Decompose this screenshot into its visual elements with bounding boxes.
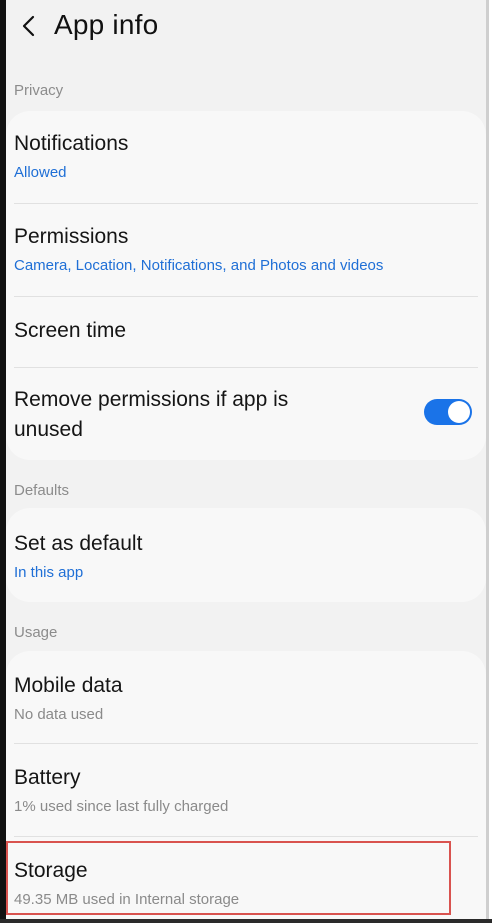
section-label-usage: Usage [14,624,58,641]
defaults-card: Set as default In this app [6,508,486,602]
permissions-list: Camera, Location, Notifications, and Pho… [14,257,384,274]
section-label-defaults: Defaults [14,482,70,499]
storage-status: 49.35 MB used in Internal storage [14,891,240,908]
screen-time-item[interactable]: Screen time [6,297,486,367]
storage-title: Storage [14,859,88,882]
back-arrow-icon[interactable] [18,15,38,37]
set-as-default-title: Set as default [14,532,143,555]
battery-title: Battery [14,766,81,789]
notifications-title: Notifications [14,132,129,155]
app-info-screen: App info Privacy Notifications Allowed P… [6,0,486,919]
notifications-item[interactable]: Notifications Allowed [6,111,486,203]
permissions-item[interactable]: Permissions Camera, Location, Notificati… [6,204,486,296]
set-as-default-status: In this app [14,564,84,581]
battery-item[interactable]: Battery 1% used since last fully charged [6,744,486,836]
mobile-data-title: Mobile data [14,674,123,697]
toggle-knob [448,401,470,423]
remove-permissions-toggle[interactable] [424,399,472,425]
permissions-title: Permissions [14,225,129,248]
page-title: App info [54,9,159,40]
bottom-border [0,919,492,923]
remove-permissions-item[interactable]: Remove permissions if app is unused [6,368,486,460]
mobile-data-item[interactable]: Mobile data No data used [6,651,486,743]
storage-item[interactable]: Storage 49.35 MB used in Internal storag… [6,837,486,919]
screen-time-title: Screen time [14,319,127,342]
mobile-data-status: No data used [14,706,104,723]
right-border [486,0,489,923]
notifications-status: Allowed [14,164,67,181]
battery-status: 1% used since last fully charged [14,798,229,815]
remove-permissions-title-line1: Remove permissions if app is [14,388,289,411]
privacy-card: Notifications Allowed Permissions Camera… [6,111,486,460]
header: App info [6,0,486,58]
set-as-default-item[interactable]: Set as default In this app [6,508,486,602]
usage-card: Mobile data No data used Battery 1% used… [6,651,486,919]
remove-permissions-title-line2: unused [14,418,83,441]
section-label-privacy: Privacy [14,82,64,99]
